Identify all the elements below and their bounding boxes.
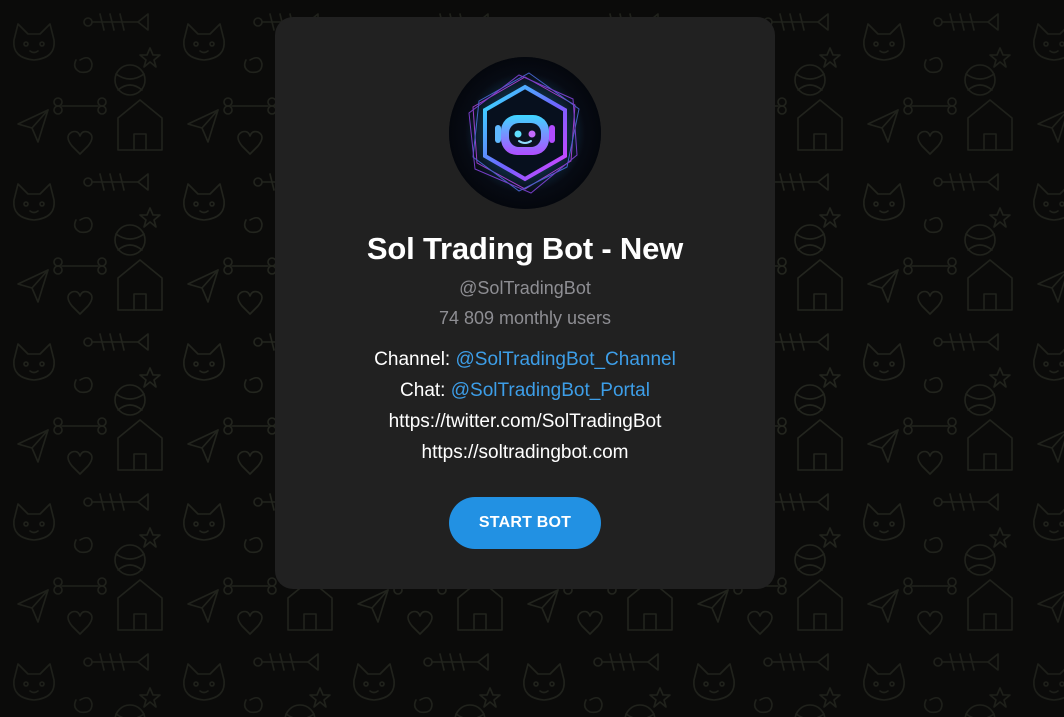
bot-username: @SolTradingBot [459,278,591,298]
channel-line: Channel: @SolTradingBot_Channel [275,344,775,375]
twitter-url: https://twitter.com/SolTradingBot [388,411,662,432]
chat-line: Chat: @SolTradingBot_Portal [275,375,775,406]
start-bot-button[interactable]: START BOT [449,497,601,549]
channel-label: Channel: [374,349,456,370]
monthly-users-count: 74 809 monthly users [438,308,612,328]
website-url: https://soltradingbot.com [421,442,629,463]
chat-link[interactable]: @SolTradingBot_Portal [451,380,650,401]
bot-info-card: Sol Trading Bot - New @SolTradingBot 74 … [275,17,775,589]
bot-avatar [449,57,601,209]
bot-description: Channel: @SolTradingBot_Channel Chat: @S… [275,344,775,468]
channel-link[interactable]: @SolTradingBot_Channel [456,349,676,370]
chat-label: Chat: [400,380,451,401]
bot-title: Sol Trading Bot - New [366,231,684,266]
robot-hexagon-logo-icon [449,57,601,209]
